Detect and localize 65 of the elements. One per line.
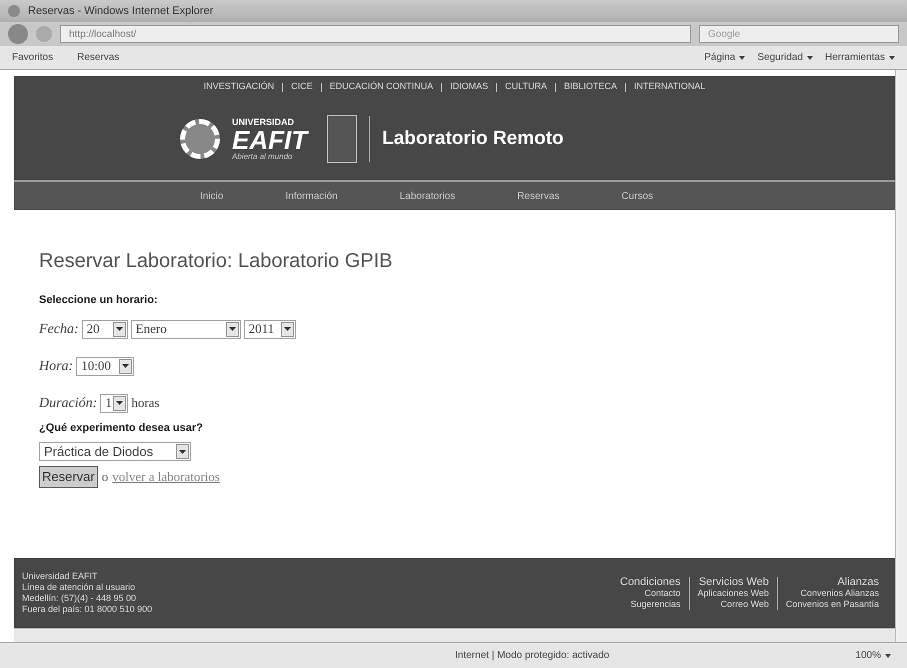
footer-link[interactable]: Sugerencias	[630, 598, 681, 610]
back-button[interactable]	[8, 24, 28, 44]
nav-tab[interactable]: Reservas	[517, 188, 560, 204]
site-title: Laboratorio Remoto	[382, 126, 564, 151]
footer-link[interactable]: Correo Web	[720, 598, 769, 610]
lab-logo-icon	[327, 115, 358, 163]
footer-text: Universidad EAFIT	[22, 571, 99, 582]
month-select[interactable]: Enero	[130, 320, 241, 338]
year-select[interactable]: 2011	[244, 320, 296, 338]
favorites-item[interactable]: Reservas	[77, 50, 120, 65]
caret-icon	[885, 654, 891, 658]
footer-heading[interactable]: Alianzas	[837, 576, 879, 588]
field-label: Hora:	[39, 358, 74, 376]
field-label: Fecha:	[39, 320, 79, 338]
nav-tab[interactable]: Cursos	[621, 188, 654, 204]
page-heading: Reservar Laboratorio: Laboratorio GPIB	[39, 249, 394, 274]
forward-button[interactable]	[36, 26, 52, 42]
caret-icon	[889, 56, 895, 60]
horizontal-scrollbar[interactable]	[14, 628, 895, 642]
footer-link[interactable]: Contacto	[644, 588, 681, 598]
command-menu[interactable]: Página	[704, 50, 746, 65]
section-label: Seleccione un horario:	[39, 293, 159, 308]
nav-tab[interactable]: Laboratorios	[400, 188, 456, 204]
experiment-select[interactable]: Práctica de Diodos	[39, 442, 191, 462]
footer-text: Fuera del país: 01 8000 510 900	[22, 604, 154, 615]
top-link[interactable]: INTERNATIONAL	[634, 80, 706, 94]
browser-icon	[8, 5, 20, 17]
footer-link[interactable]: Convenios Alianzas	[800, 588, 879, 598]
address-field[interactable]: http://localhost/	[60, 25, 691, 43]
top-link[interactable]: IDIOMAS	[450, 80, 488, 94]
command-menu[interactable]: Seguridad	[757, 50, 813, 65]
footer-link[interactable]: Convenios en Pasantía	[786, 598, 879, 610]
footer-text: Línea de atención al usuario	[22, 582, 136, 593]
reserve-button[interactable]: Reservar	[39, 466, 98, 488]
nav-tab[interactable]: Información	[285, 188, 338, 204]
section-label: ¿Qué experimento desea usar?	[39, 420, 204, 436]
status-zone: Internet | Modo protegido: activado	[455, 649, 610, 663]
favorites-item[interactable]: Favoritos	[12, 50, 54, 65]
day-select[interactable]: 20	[82, 320, 128, 338]
vertical-scrollbar[interactable]	[895, 70, 907, 642]
gear-logo-icon	[180, 119, 220, 159]
command-menu[interactable]: Herramientas	[824, 50, 895, 65]
caret-icon	[806, 56, 813, 60]
logo-text: UNIVERSIDAD	[232, 118, 296, 126]
duration-select[interactable]: 1	[100, 394, 128, 412]
top-link[interactable]: CICE	[291, 80, 313, 94]
hour-select[interactable]: 10:00	[76, 356, 134, 376]
top-link[interactable]: EDUCACIÓN CONTINUA	[330, 80, 434, 94]
top-link[interactable]: BIBLIOTECA	[564, 80, 618, 94]
back-link[interactable]: volver a laboratorios	[112, 467, 220, 486]
caret-icon	[739, 56, 746, 60]
conjunction-text: o	[102, 468, 108, 486]
zoom-control[interactable]: 100%	[855, 648, 891, 663]
nav-tab[interactable]: Inicio	[200, 188, 224, 204]
footer-heading[interactable]: Servicios Web	[698, 576, 769, 588]
footer-heading[interactable]: Condiciones	[620, 576, 681, 588]
unit-label: horas	[131, 394, 160, 412]
logo-tagline: Abierta al mundo	[232, 152, 294, 160]
window-title: Reservas - Windows Internet Explorer	[28, 4, 214, 19]
top-link[interactable]: CULTURA	[505, 80, 548, 94]
field-label: Duración:	[39, 394, 98, 412]
logo-name: EAFIT	[232, 126, 308, 152]
footer-text: Medellín: (57)(4) - 448 95 00	[22, 593, 138, 604]
footer-link[interactable]: Aplicaciones Web	[698, 588, 769, 598]
top-link[interactable]: INVESTIGACIÓN	[204, 80, 274, 94]
